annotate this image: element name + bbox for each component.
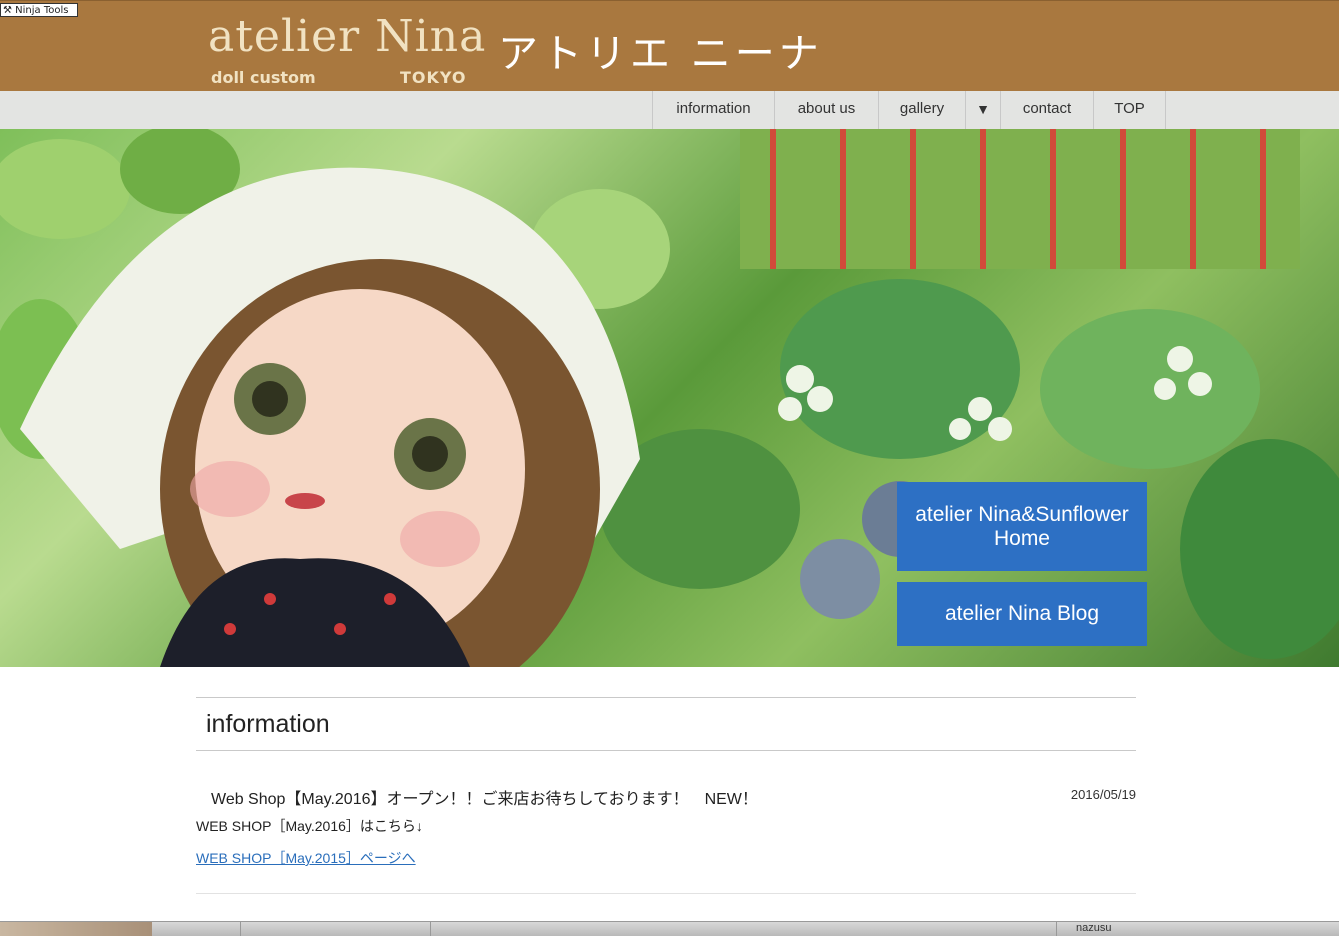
home-button-line2: Home: [993, 526, 1050, 550]
hammer-icon: ⚒: [3, 5, 12, 16]
ninja-tools-badge[interactable]: ⚒ Ninja Tools: [0, 3, 78, 17]
post-title: Web Shop【May.2016】オープン！！ご来店お待ちしております！ NE…: [211, 791, 758, 808]
hero-image: atelier Nina&Sunflower Home atelier Nina…: [0, 129, 1339, 667]
taskbar-thumbnail[interactable]: [0, 922, 152, 936]
main-content: information Web Shop【May.2016】オープン！！ご来店お…: [196, 697, 1136, 894]
blog-button[interactable]: atelier Nina Blog: [897, 582, 1147, 646]
ninja-tools-label: Ninja Tools: [15, 5, 69, 16]
logo-japanese: アトリエ ニーナ: [498, 31, 823, 77]
nav-item-gallery[interactable]: gallery: [879, 91, 966, 129]
site-header: atelier Nina doll custom TOKYO アトリエ ニーナ: [0, 0, 1339, 92]
nav-bar: information about us gallery ▼ contact T…: [0, 91, 1339, 129]
post-date: 2016/05/19: [1070, 787, 1136, 802]
nav-item-top[interactable]: TOP: [1094, 91, 1166, 129]
gallery-dropdown-icon[interactable]: ▼: [966, 91, 1001, 129]
logo-text[interactable]: atelier Nina: [208, 11, 486, 62]
nav-item-information[interactable]: information: [653, 91, 775, 129]
divider: [196, 893, 1136, 894]
taskbar-separator: [1056, 922, 1057, 936]
atelier-home-button[interactable]: atelier Nina&Sunflower Home: [897, 482, 1147, 571]
taskbar-separator: [240, 922, 241, 936]
os-taskbar: nazusu: [0, 921, 1339, 936]
main-nav: information about us gallery ▼ contact T…: [652, 91, 1166, 129]
logo-subtitle: doll custom: [211, 68, 316, 87]
home-button-line1: atelier Nina&Sunflower: [915, 502, 1129, 526]
web-shop-link[interactable]: WEB SHOP［May.2015］ページへ: [196, 848, 416, 868]
logo-tokyo: TOKYO: [400, 68, 467, 87]
section-title: information: [206, 710, 330, 738]
nav-item-about-us[interactable]: about us: [775, 91, 879, 129]
divider: [196, 750, 1136, 751]
post-body: WEB SHOP［May.2016］はこちら↓: [196, 818, 423, 834]
nav-item-contact[interactable]: contact: [1001, 91, 1094, 129]
taskbar-label[interactable]: nazusu: [1076, 922, 1111, 935]
taskbar-separator: [430, 922, 431, 936]
